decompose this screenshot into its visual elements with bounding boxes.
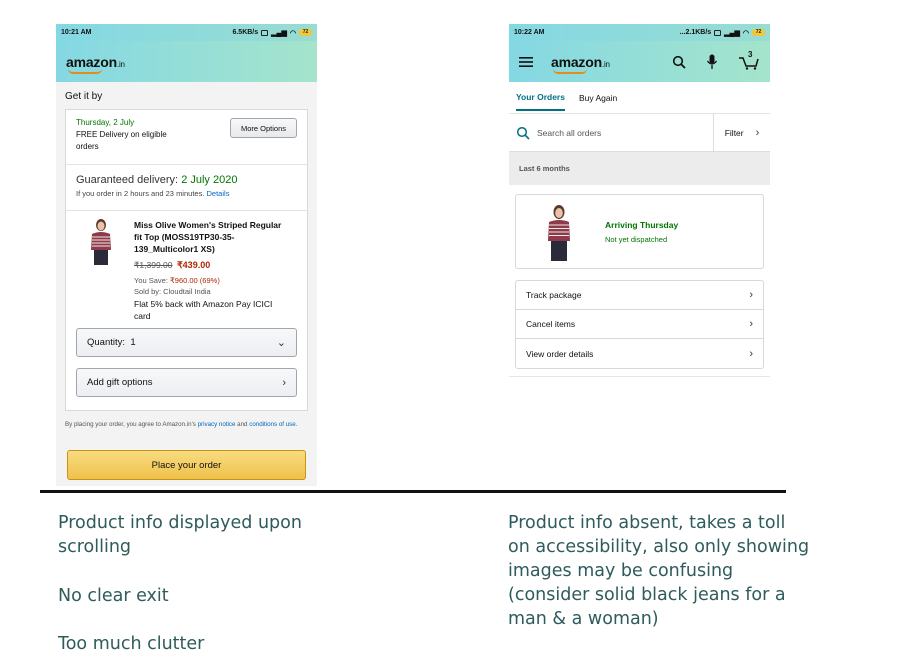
gift-options-label: Add gift options — [87, 377, 153, 388]
product-name-3[interactable]: 139_Multicolor1 XS) — [134, 243, 297, 255]
battery-icon: 72 — [299, 29, 312, 36]
delivery-option: Thursday, 2 July FREE Delivery on eligib… — [66, 110, 307, 165]
status-time: 10:21 AM — [61, 29, 92, 36]
product-summary: Miss Olive Women's Striped Regular fit T… — [66, 211, 307, 326]
chevron-right-icon: › — [749, 347, 753, 360]
orders-screen: 10:22 AM ...2.1KB/s ▂▄▆ ◠ 72 amazon.in 3… — [509, 24, 770, 386]
privacy-notice-link[interactable]: privacy notice — [198, 421, 236, 428]
product-name-2[interactable]: fit Top (MOSS19TP30-35- — [134, 231, 297, 243]
get-it-by-label: Get it by — [65, 91, 103, 102]
cancel-items-button[interactable]: Cancel items › — [516, 310, 763, 339]
filter-label: Filter — [724, 127, 744, 138]
note-line: man & a woman) — [508, 609, 659, 629]
note-left-1: Product info displayed upon scrolling — [58, 511, 302, 559]
network-speed: ...2.1KB/s — [679, 29, 712, 36]
network-speed: 6.5KB/s — [232, 29, 259, 36]
sold-by: Sold by: Cloudtail India — [134, 287, 211, 296]
cashback-offer-1: Flat 5% back with Amazon Pay ICICI — [134, 299, 273, 309]
note-line: scrolling — [58, 537, 132, 557]
details-link[interactable]: Details — [207, 189, 230, 198]
cart-count: 3 — [748, 49, 753, 59]
sale-price: ₹439.00 — [176, 260, 211, 270]
guaranteed-label: Guaranteed delivery: — [76, 174, 179, 186]
chevron-down-icon: ⌄ — [276, 337, 286, 349]
gift-options-button[interactable]: Add gift options › — [76, 368, 297, 397]
section-divider — [40, 490, 786, 493]
more-options-button[interactable]: More Options — [230, 118, 297, 138]
order-search-bar: Search all orders Filter › — [509, 113, 770, 152]
period-header: Last 6 months — [509, 152, 770, 185]
status-bar: 10:21 AM 6.5KB/s ▂▄▆ ◠ 72 — [56, 24, 317, 41]
place-order-button[interactable]: Place your order — [67, 450, 306, 480]
amazon-logo[interactable]: amazon.in — [551, 54, 610, 74]
chevron-right-icon: › — [749, 318, 753, 330]
order-substatus: Not yet dispatched — [605, 235, 668, 244]
order-tabs: Your Orders Buy Again — [509, 82, 770, 114]
order-card[interactable]: Arriving Thursday Not yet dispatched — [515, 194, 764, 269]
wifi-icon: ◠ — [289, 29, 296, 37]
order-actions: Track package › Cancel items › View order … — [515, 280, 764, 369]
product-image — [91, 219, 111, 265]
cashback-offer-2: card — [134, 311, 151, 321]
wifi-icon: ◠ — [742, 29, 749, 37]
tab-buy-again[interactable]: Buy Again — [579, 93, 617, 103]
quantity-value: 1 — [130, 337, 136, 348]
chevron-right-icon: › — [755, 126, 760, 139]
legal-and: and — [237, 421, 248, 428]
track-package-button[interactable]: Track package › — [516, 281, 763, 310]
legal-notice: By placing your order, you agree to Amaz… — [65, 420, 311, 430]
menu-icon[interactable] — [519, 56, 533, 68]
view-order-details-button[interactable]: View order details › — [516, 339, 763, 368]
search-icon[interactable] — [672, 55, 686, 69]
divider — [509, 376, 770, 377]
status-time: 10:22 AM — [514, 29, 545, 36]
signal-icon: ▂▄▆ — [271, 29, 287, 37]
note-line: Product info absent, takes a toll — [508, 513, 786, 533]
you-save-label: You Save: — [134, 276, 168, 285]
you-save-amount: ₹960.00 (69%) — [170, 276, 220, 285]
product-image — [548, 205, 570, 261]
legal-prefix: By placing your order, you agree to Amaz… — [65, 421, 196, 428]
conditions-link-2[interactable]: of use. — [279, 421, 298, 428]
order-within-note: If you order in 2 hours and 23 minutes. — [76, 189, 205, 198]
alarm-icon — [714, 29, 722, 36]
app-header: amazon.in — [56, 41, 317, 82]
chevron-right-icon: › — [282, 376, 286, 389]
status-bar: 10:22 AM ...2.1KB/s ▂▄▆ ◠ 72 — [509, 24, 770, 41]
search-orders-input[interactable]: Search all orders — [537, 128, 713, 138]
tab-your-orders[interactable]: Your Orders — [516, 84, 565, 111]
cancel-items-label: Cancel items — [526, 319, 576, 329]
quantity-label: Quantity: — [87, 337, 126, 348]
guaranteed-delivery: Guaranteed delivery: 2 July 2020 If you … — [66, 165, 307, 211]
battery-icon: 72 — [752, 29, 765, 36]
note-line: images may be confusing — [508, 561, 734, 581]
cart-icon[interactable]: 3 — [738, 50, 760, 70]
filter-button[interactable]: Filter › — [713, 113, 770, 152]
product-name-1[interactable]: Miss Olive Women's Striped Regular — [134, 219, 297, 231]
conditions-link[interactable]: conditions — [249, 421, 277, 428]
note-line: Product info displayed upon — [58, 513, 302, 533]
microphone-icon[interactable] — [706, 54, 718, 70]
chevron-right-icon: › — [749, 289, 753, 301]
delivery-line2: orders — [76, 142, 99, 151]
quantity-select[interactable]: Quantity: 1 ⌄ — [76, 328, 297, 357]
note-line: (consider solid black jeans for a — [508, 585, 786, 605]
checkout-screen: 10:21 AM 6.5KB/s ▂▄▆ ◠ 72 amazon.in Get … — [56, 24, 317, 486]
note-left-3: Too much clutter — [58, 634, 205, 654]
track-package-label: Track package — [526, 290, 582, 300]
note-right: Product info absent, takes a toll on acc… — [508, 511, 809, 631]
note-line: on accessibility, also only showing — [508, 537, 810, 557]
delivery-card: Thursday, 2 July FREE Delivery on eligib… — [65, 109, 308, 411]
amazon-logo[interactable]: amazon.in — [66, 54, 125, 74]
search-icon — [516, 126, 530, 140]
view-order-details-label: View order details — [526, 348, 594, 359]
guaranteed-date: 2 July 2020 — [181, 174, 238, 186]
note-left-2: No clear exit — [58, 586, 169, 606]
app-header: amazon.in 3 — [509, 41, 770, 82]
signal-icon: ▂▄▆ — [724, 29, 740, 37]
order-status: Arriving Thursday — [605, 220, 679, 230]
alarm-icon — [261, 29, 269, 36]
mrp-price: ₹1,399.00 — [134, 260, 173, 270]
